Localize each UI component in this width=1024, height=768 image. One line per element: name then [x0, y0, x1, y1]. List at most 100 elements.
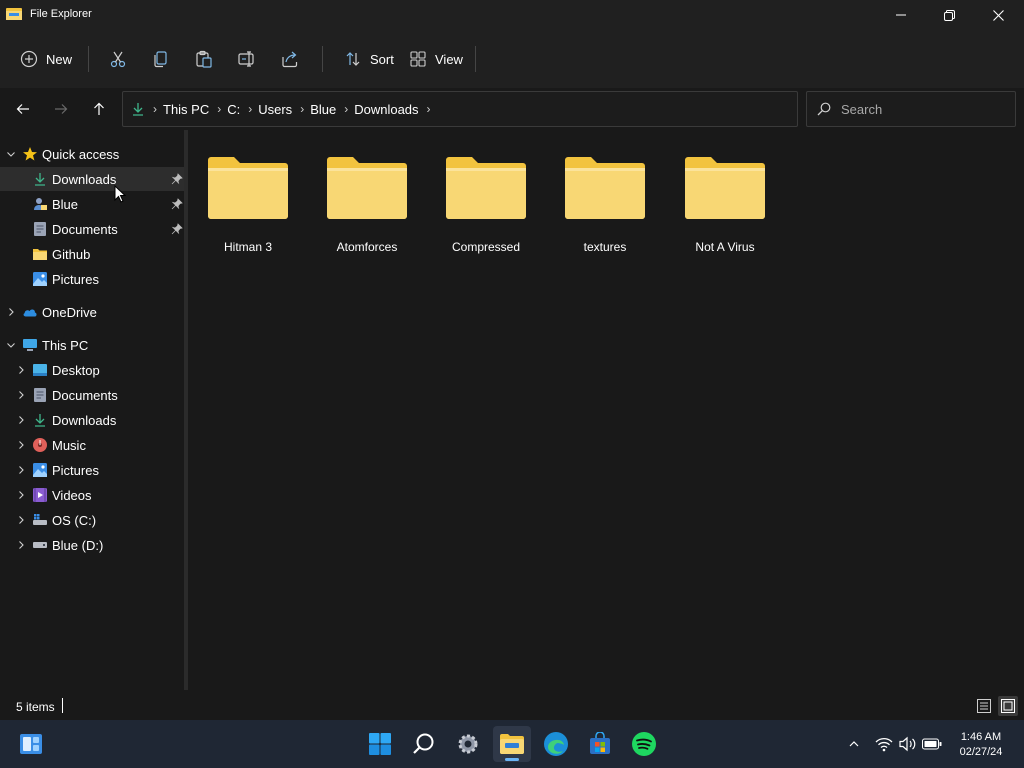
- settings-button[interactable]: [449, 726, 487, 762]
- clock-time: 1:46 AM: [960, 731, 1002, 743]
- folder-item[interactable]: Not A Virus: [669, 152, 781, 262]
- sort-button[interactable]: Sort: [344, 44, 394, 74]
- pin-icon[interactable]: [171, 223, 183, 235]
- sidebar-item-documents-quick[interactable]: Documents: [0, 217, 184, 241]
- search-box[interactable]: [806, 91, 1016, 127]
- chevron-right-icon[interactable]: [15, 439, 27, 451]
- sidebar-item-os-c[interactable]: OS (C:): [0, 508, 184, 532]
- breadcrumb[interactable]: › Blue: [292, 102, 336, 117]
- sidebar-item-label: Blue (D:): [52, 537, 104, 553]
- breadcrumb[interactable]: › This PC: [145, 102, 209, 117]
- sidebar-item-blue[interactable]: Blue: [0, 192, 184, 216]
- breadcrumb[interactable]: › Downloads ›: [336, 102, 436, 117]
- sidebar-item-blue-d[interactable]: Blue (D:): [0, 533, 184, 557]
- breadcrumb-item[interactable]: C:: [227, 102, 240, 117]
- chevron-right-icon[interactable]: [15, 364, 27, 376]
- folder-item[interactable]: Hitman 3: [192, 152, 304, 262]
- details-view-button[interactable]: [974, 696, 994, 716]
- sidebar-item-documents[interactable]: Documents: [0, 383, 184, 407]
- sidebar-item-downloads[interactable]: Downloads: [0, 408, 184, 432]
- battery-button[interactable]: [922, 734, 942, 754]
- folder-item[interactable]: textures: [549, 152, 661, 262]
- store-icon: [590, 732, 610, 754]
- clock[interactable]: 1:46 AM 02/27/24: [950, 730, 1012, 760]
- breadcrumb-item[interactable]: Downloads: [354, 102, 418, 117]
- pin-icon[interactable]: [171, 173, 183, 185]
- chevron-right-icon[interactable]: [15, 414, 27, 426]
- forward-button[interactable]: [48, 98, 74, 120]
- spotify-button[interactable]: [625, 726, 663, 762]
- system-drive-icon: [32, 512, 48, 528]
- up-button[interactable]: [86, 98, 112, 120]
- chevron-right-icon[interactable]: ›: [427, 102, 431, 116]
- file-explorer-app-icon: [6, 8, 22, 20]
- large-icons-view-button[interactable]: [998, 696, 1018, 716]
- chevron-right-icon[interactable]: [5, 306, 17, 318]
- navigation-pane: Quick access Downloads Blue Documents Gi…: [0, 142, 184, 690]
- folder-item[interactable]: Compressed: [430, 152, 542, 262]
- arrow-up-icon: [94, 102, 104, 115]
- breadcrumb-item[interactable]: Blue: [310, 102, 336, 117]
- chevron-right-icon[interactable]: [15, 464, 27, 476]
- sidebar-item-label: Downloads: [52, 412, 117, 428]
- back-button[interactable]: [10, 98, 36, 120]
- start-button[interactable]: [361, 726, 399, 762]
- chevron-right-icon[interactable]: [15, 489, 27, 501]
- sidebar-item-music[interactable]: Music: [0, 433, 184, 457]
- breadcrumb-item[interactable]: This PC: [163, 102, 209, 117]
- rename-button[interactable]: [237, 44, 257, 74]
- volume-button[interactable]: [898, 734, 918, 754]
- sidebar-item-this-pc[interactable]: This PC: [0, 333, 184, 357]
- item-count: 5 items: [16, 700, 55, 714]
- chevron-right-icon[interactable]: [15, 389, 27, 401]
- new-button[interactable]: New: [20, 44, 72, 74]
- folder-item[interactable]: Atomforces: [311, 152, 423, 262]
- sidebar-item-github[interactable]: Github: [0, 242, 184, 266]
- edge-button[interactable]: [537, 726, 575, 762]
- plus-circle-icon: [20, 50, 38, 68]
- paste-button[interactable]: [194, 44, 214, 74]
- chevron-right-icon[interactable]: [15, 539, 27, 551]
- sidebar-item-label: Github: [52, 246, 91, 262]
- sidebar-item-label: Documents: [52, 387, 118, 403]
- sidebar-item-videos[interactable]: Videos: [0, 483, 184, 507]
- search-button[interactable]: [405, 726, 443, 762]
- sidebar-item-downloads-quick[interactable]: Downloads: [0, 167, 184, 191]
- view-button[interactable]: View: [409, 44, 463, 74]
- sidebar-item-quick-access[interactable]: Quick access: [0, 142, 184, 166]
- sidebar-item-pictures[interactable]: Pictures: [0, 458, 184, 482]
- chevron-down-icon[interactable]: [5, 148, 17, 160]
- rename-icon: [238, 51, 254, 67]
- breadcrumb[interactable]: › Users: [240, 102, 292, 117]
- address-bar[interactable]: › This PC › C: › Users › Blue › Downloads ›: [122, 91, 798, 127]
- sidebar-item-label: Music: [52, 437, 86, 453]
- file-explorer-taskbar-button[interactable]: [493, 726, 531, 762]
- battery-icon: [922, 738, 942, 750]
- network-button[interactable]: [874, 734, 894, 754]
- store-button[interactable]: [581, 726, 619, 762]
- chevron-down-icon[interactable]: [5, 339, 17, 351]
- breadcrumb[interactable]: › C:: [209, 102, 240, 117]
- close-button[interactable]: [975, 0, 1021, 30]
- sidebar-item-pictures-quick[interactable]: Pictures: [0, 267, 184, 291]
- search-input[interactable]: [841, 101, 1001, 117]
- pin-icon[interactable]: [171, 198, 183, 210]
- show-hidden-icons-button[interactable]: [844, 734, 864, 754]
- sidebar-item-desktop[interactable]: Desktop: [0, 358, 184, 382]
- share-icon: [282, 51, 298, 68]
- minimize-icon: [896, 14, 906, 16]
- chevron-right-icon[interactable]: [15, 514, 27, 526]
- minimize-button[interactable]: [878, 0, 924, 30]
- drive-icon: [32, 537, 48, 553]
- cut-button[interactable]: [108, 44, 128, 74]
- file-explorer-window: File Explorer New Sort View › This PC › …: [0, 0, 1024, 720]
- widgets-button[interactable]: [12, 726, 50, 762]
- sidebar-item-onedrive[interactable]: OneDrive: [0, 300, 184, 324]
- restore-button[interactable]: [926, 0, 972, 30]
- share-button[interactable]: [280, 44, 300, 74]
- divider: [322, 46, 323, 72]
- downloads-icon: [32, 171, 48, 187]
- breadcrumb-item[interactable]: Users: [258, 102, 292, 117]
- command-bar: New Sort View: [0, 30, 1024, 88]
- copy-button[interactable]: [151, 44, 171, 74]
